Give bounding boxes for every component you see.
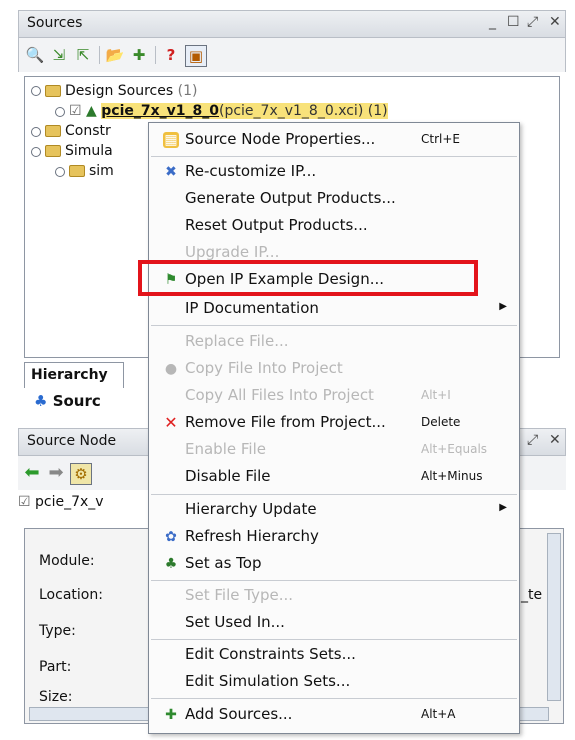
checkbox-icon: ☑ [69,103,82,119]
sources-toolbar: 🔍 ⇲ ⇱ 📂 ✚ ? ▣ [18,38,566,72]
menu-item-copy-file-into-project: ● Copy File Into Project [164,359,343,377]
forward-arrow-icon[interactable]: ➡ [46,463,66,483]
tree-item-simulation[interactable]: Simula [45,141,113,161]
float-icon[interactable]: ⤢ [527,14,538,30]
tab-sources[interactable]: ♣ Sourc [34,392,101,410]
menu-item-edit-simulation-sets[interactable]: Edit Simulation Sets... [149,669,519,696]
sources-panel-header: Sources _ ☐ ⤢ ✕ [18,10,566,38]
remove-icon: ✕ [164,413,178,432]
collapse-handle-icon[interactable] [31,147,41,157]
folder-icon [45,145,61,157]
tab-hierarchy[interactable]: Hierarchy [24,362,124,388]
ip-icon: ▲ [86,103,97,119]
submenu-arrow-icon: ▶ [499,502,507,513]
search-icon[interactable]: 🔍 [25,45,45,65]
menu-item-recustomize-ip[interactable]: ✖ Re-customize IP... [149,159,519,186]
minimize-icon[interactable]: _ [489,14,496,30]
tree-item-design-sources[interactable]: Design Sources (1) [45,81,197,101]
checkbox-icon: ☑ [18,494,31,510]
collapse-all-icon[interactable]: ⇲ [49,45,69,65]
close-icon[interactable]: ✕ [549,432,561,448]
collapse-handle-icon[interactable] [31,86,41,96]
sources-tab-icon: ♣ [34,392,48,410]
context-menu: ▦ Source Node Properties... Ctrl+E ✖ Re-… [148,122,520,734]
help-icon[interactable]: ? [161,45,181,65]
bullet-icon: ● [164,361,178,377]
menu-item-hierarchy-update[interactable]: Hierarchy Update ▶ [149,497,519,524]
panel2-title: Source Node [27,433,117,449]
tree-item-sim[interactable]: sim [69,161,114,181]
menu-item-reset-output-products[interactable]: Reset Output Products... [149,213,519,240]
set-top-icon: ♣ [164,556,178,572]
add-sources-icon[interactable]: ✚ [129,45,149,65]
panel-title: Sources [27,15,83,31]
source-node-file: ☑ pcie_7x_v [18,494,104,510]
menu-item-enable-file: Enable File Alt+Equals [185,440,488,458]
menu-item-copy-all-files: Copy All Files Into Project Alt+I [185,386,451,404]
expand-handle-icon[interactable] [31,127,41,137]
folder-icon [45,125,61,137]
size-label: Size: [39,689,73,705]
part-label: Part: [39,659,72,675]
float-icon[interactable]: ⤢ [527,432,538,448]
highlight-box [138,260,478,296]
close-icon[interactable]: ✕ [549,14,561,30]
menu-item-disable-file[interactable]: Disable File Alt+Minus [149,464,519,491]
add-sources-icon: ✚ [165,707,177,723]
menu-item-refresh-hierarchy[interactable]: ✿ Refresh Hierarchy [149,524,519,551]
back-arrow-icon[interactable]: ⬅ [22,463,42,483]
tree-item-ip[interactable]: ☑ ▲ pcie_7x_v1_8_0(pcie_7x_v1_8_0.xci) (… [69,101,388,121]
module-label: Module: [39,553,95,569]
properties-icon[interactable]: ▣ [185,45,207,67]
location-label: Location: [39,587,103,603]
folder-icon [45,85,61,97]
menu-item-source-node-properties[interactable]: ▦ Source Node Properties... Ctrl+E [149,127,519,154]
expand-handle-icon[interactable] [55,167,65,177]
tree-item-constraints[interactable]: Constr [45,121,111,141]
properties-icon: ▦ [163,132,179,148]
menu-item-set-as-top[interactable]: ♣ Set as Top [149,551,519,578]
type-label: Type: [39,623,76,639]
menu-item-edit-constraints-sets[interactable]: Edit Constraints Sets... [149,642,519,669]
folder-icon [69,165,85,177]
maximize-icon[interactable]: ☐ [507,14,520,30]
vertical-scrollbar[interactable] [547,533,561,701]
expand-handle-icon[interactable] [55,107,65,117]
refresh-icon: ✿ [165,529,177,545]
location-value: _te [521,587,543,603]
menu-item-generate-output-products[interactable]: Generate Output Products... [149,186,519,213]
expand-all-icon[interactable]: ⇱ [73,45,93,65]
properties-icon[interactable]: ⚙ [70,463,92,485]
menu-item-set-file-type: Set File Type... [185,586,294,604]
recustomize-icon: ✖ [165,164,177,180]
menu-item-add-sources[interactable]: ✚ Add Sources... Alt+A [149,702,519,729]
submenu-arrow-icon: ▶ [499,301,507,312]
menu-item-set-used-in[interactable]: Set Used In... [149,610,519,637]
menu-item-remove-file[interactable]: ✕ Remove File from Project... Delete [149,410,519,437]
menu-item-replace-file: Replace File... [185,332,289,350]
menu-item-ip-documentation[interactable]: IP Documentation ▶ [149,296,519,323]
open-folder-icon[interactable]: 📂 [105,45,125,65]
